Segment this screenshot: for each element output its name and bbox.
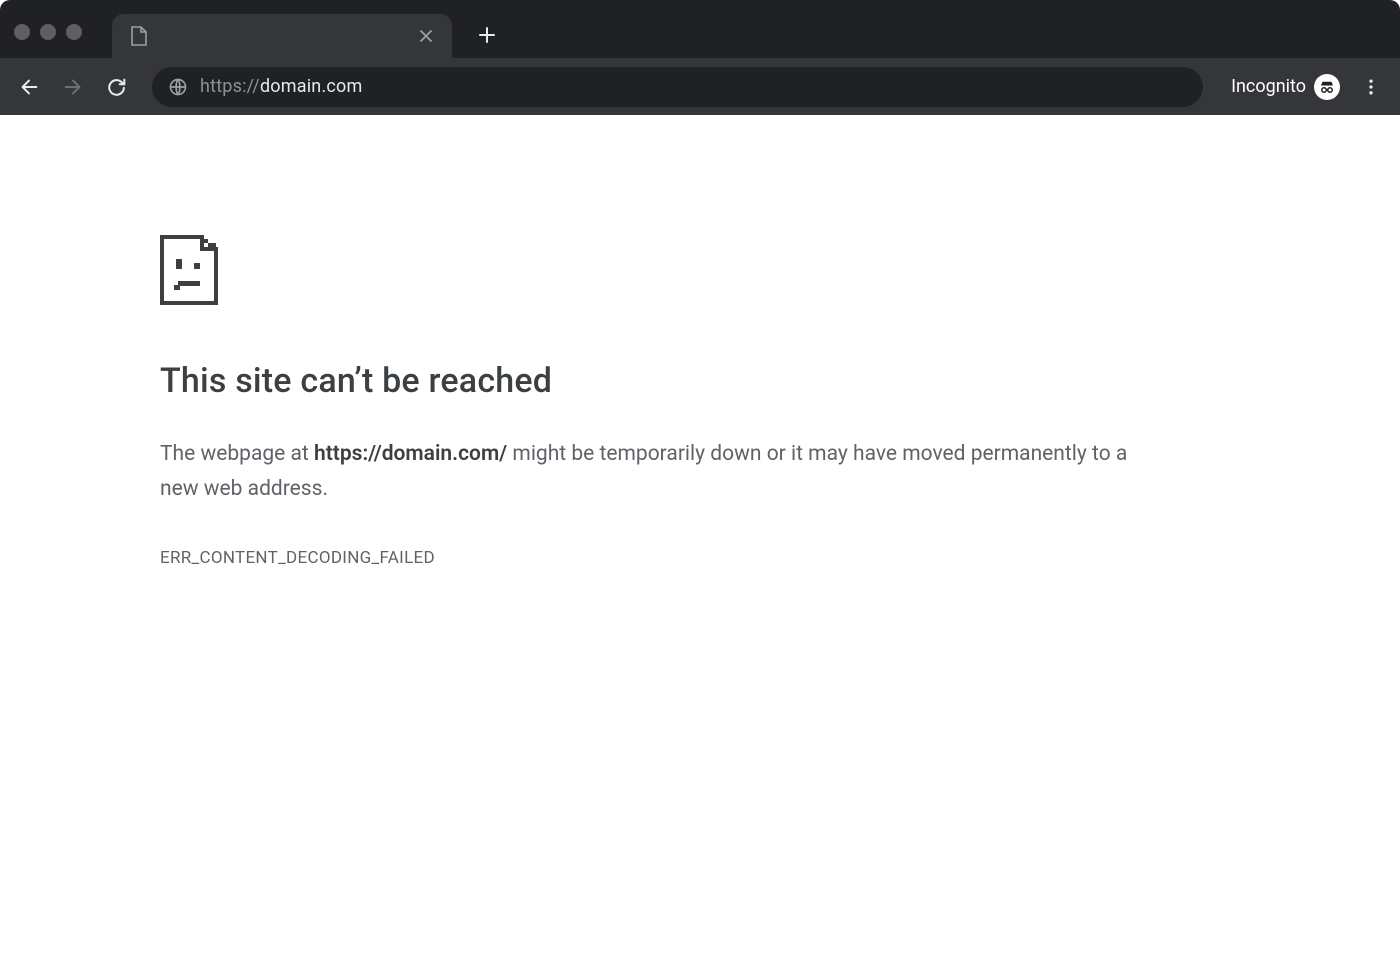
window-controls bbox=[14, 24, 82, 40]
browser-toolbar: https://domain.com Incognito bbox=[0, 58, 1400, 115]
page-file-icon bbox=[130, 26, 148, 46]
reload-button[interactable] bbox=[98, 68, 136, 106]
error-page: This site can’t be reached The webpage a… bbox=[0, 115, 1160, 568]
window-close-button[interactable] bbox=[14, 24, 30, 40]
tab-strip-area bbox=[0, 0, 1400, 58]
tab-strip bbox=[112, 0, 504, 58]
site-info-icon[interactable] bbox=[168, 77, 188, 97]
incognito-icon bbox=[1314, 74, 1340, 100]
error-description: The webpage at https://domain.com/ might… bbox=[160, 437, 1160, 506]
tab-close-button[interactable] bbox=[416, 26, 436, 46]
error-desc-url: https://domain.com/ bbox=[314, 442, 507, 466]
window-zoom-button[interactable] bbox=[66, 24, 82, 40]
sad-document-icon bbox=[160, 235, 1160, 305]
incognito-label: Incognito bbox=[1231, 76, 1306, 97]
url-text: https://domain.com bbox=[200, 76, 1187, 97]
browser-tab-active[interactable] bbox=[112, 14, 452, 58]
new-tab-button[interactable] bbox=[470, 18, 504, 52]
incognito-indicator[interactable]: Incognito bbox=[1219, 74, 1346, 100]
address-bar[interactable]: https://domain.com bbox=[152, 67, 1203, 107]
error-code: ERR_CONTENT_DECODING_FAILED bbox=[160, 548, 1160, 568]
back-button[interactable] bbox=[10, 68, 48, 106]
error-desc-prefix: The webpage at bbox=[160, 442, 314, 466]
window-minimize-button[interactable] bbox=[40, 24, 56, 40]
error-title: This site can’t be reached bbox=[160, 361, 1160, 401]
url-scheme: https:// bbox=[200, 76, 260, 97]
browser-menu-button[interactable] bbox=[1352, 68, 1390, 106]
url-host: domain.com bbox=[260, 76, 363, 97]
forward-button[interactable] bbox=[54, 68, 92, 106]
